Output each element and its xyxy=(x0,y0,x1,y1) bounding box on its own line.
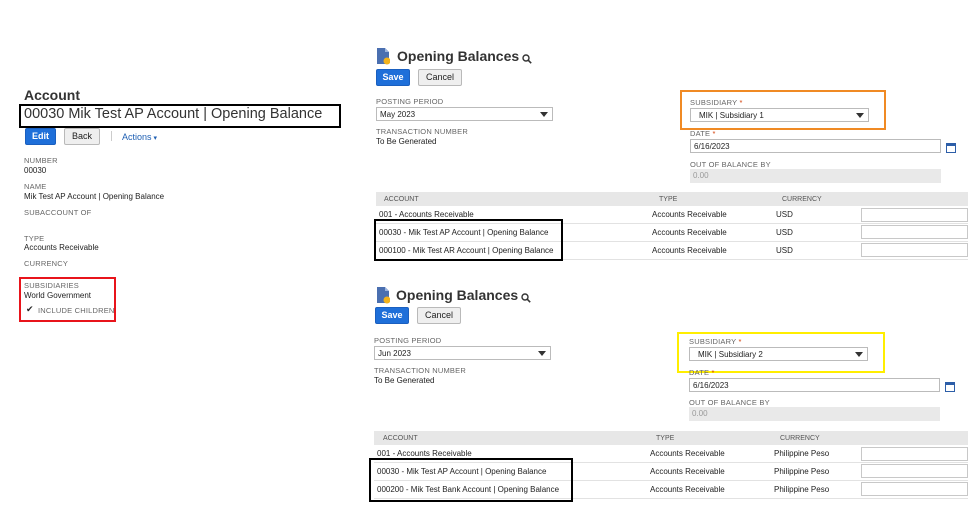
subsidiaries-value: World Government xyxy=(24,291,91,300)
dropdown-arrow-icon xyxy=(856,113,864,118)
form-2-col-type: TYPE xyxy=(656,435,675,442)
form-1-date-input[interactable]: 6/16/2023 xyxy=(690,139,941,153)
form-1-subsidiary-label: SUBSIDIARY * xyxy=(690,98,743,107)
actions-label: Actions xyxy=(122,132,152,142)
record-title: 00030 Mik Test AP Account | Opening Bala… xyxy=(24,106,323,122)
dropdown-arrow-icon xyxy=(855,352,863,357)
form-2-posting-period-select[interactable]: Jun 2023 xyxy=(374,346,551,360)
currency-label: CURRENCY xyxy=(24,259,69,268)
subaccount-label: SUBACCOUNT OF xyxy=(24,208,92,217)
row-type: Accounts Receivable xyxy=(650,467,725,476)
amount-input[interactable] xyxy=(861,208,968,222)
amount-input[interactable] xyxy=(861,243,968,257)
type-label: TYPE xyxy=(24,234,45,243)
row-type: Accounts Receivable xyxy=(652,210,727,219)
form-2-subsidiary-select[interactable]: MIK | Subsidiary 2 xyxy=(689,347,868,361)
form-1-subsidiary-select[interactable]: MIK | Subsidiary 1 xyxy=(690,108,869,122)
row-currency: Philippine Peso xyxy=(774,449,830,458)
form-2-col-account: ACCOUNT xyxy=(383,435,418,442)
name-value: Mik Test AP Account | Opening Balance xyxy=(24,192,165,201)
required-asterisk: * xyxy=(711,368,715,377)
back-button[interactable]: Back xyxy=(64,128,100,145)
form-1-cancel-button[interactable]: Cancel xyxy=(418,69,462,86)
form-1-subsidiary-value: MIK | Subsidiary 1 xyxy=(699,111,764,120)
number-value: 00030 xyxy=(24,166,47,175)
form-1-date-label: DATE * xyxy=(690,129,716,138)
form-1-col-currency: CURRENCY xyxy=(782,196,822,203)
form-1-posting-period-label: POSTING PERIOD xyxy=(376,97,444,106)
row-account: 001 - Accounts Receivable xyxy=(379,210,474,219)
form-2-date-label-text: DATE xyxy=(689,368,710,377)
toolbar-divider xyxy=(111,131,112,141)
required-asterisk: * xyxy=(739,98,743,107)
form-2-posting-period-value: Jun 2023 xyxy=(378,349,411,358)
form-2-posting-period-label: POSTING PERIOD xyxy=(374,336,442,345)
form-1-title: Opening Balances xyxy=(397,48,520,64)
row-currency: USD xyxy=(776,246,793,255)
document-icon xyxy=(376,286,391,304)
form-1-col-account: ACCOUNT xyxy=(384,196,419,203)
form-2-subsidiary-label-text: SUBSIDIARY xyxy=(689,337,737,346)
caret-down-icon: ▾ xyxy=(151,135,157,142)
form-2-transaction-number-label: TRANSACTION NUMBER xyxy=(374,366,466,375)
form-2-col-currency: CURRENCY xyxy=(780,435,820,442)
search-icon[interactable] xyxy=(521,290,531,308)
form-1-out-of-balance-label: OUT OF BALANCE BY xyxy=(690,160,771,169)
search-icon[interactable] xyxy=(522,51,532,69)
amount-input[interactable] xyxy=(861,482,968,496)
row-currency: USD xyxy=(776,210,793,219)
form-2-out-of-balance-label: OUT OF BALANCE BY xyxy=(689,398,770,407)
amount-input[interactable] xyxy=(861,447,968,461)
required-asterisk: * xyxy=(738,337,742,346)
form-2-out-of-balance-value: 0.00 xyxy=(689,407,940,421)
form-2-cancel-button[interactable]: Cancel xyxy=(417,307,461,324)
form-1-accounts-highlight xyxy=(374,219,563,261)
row-currency: Philippine Peso xyxy=(774,467,830,476)
type-value: Accounts Receivable xyxy=(24,243,99,252)
row-type: Accounts Receivable xyxy=(652,246,727,255)
row-type: Accounts Receivable xyxy=(650,449,725,458)
number-label: NUMBER xyxy=(24,156,58,165)
form-2-save-button[interactable]: Save xyxy=(375,307,409,324)
form-2-title: Opening Balances xyxy=(396,287,519,303)
form-1-subsidiary-label-text: SUBSIDIARY xyxy=(690,98,738,107)
form-1-posting-period-value: May 2023 xyxy=(380,110,416,119)
dropdown-arrow-icon xyxy=(538,351,546,356)
amount-input[interactable] xyxy=(861,464,968,478)
calendar-icon[interactable] xyxy=(946,140,956,158)
form-2-accounts-highlight xyxy=(369,458,573,502)
document-icon xyxy=(376,47,391,65)
form-1-transaction-number-value: To Be Generated xyxy=(376,137,437,146)
row-currency: USD xyxy=(776,228,793,237)
form-2-date-label: DATE * xyxy=(689,368,715,377)
form-2-date-input[interactable]: 6/16/2023 xyxy=(689,378,940,392)
form-2-subsidiary-label: SUBSIDIARY * xyxy=(689,337,742,346)
amount-input[interactable] xyxy=(861,225,968,239)
required-asterisk: * xyxy=(712,129,716,138)
form-1-date-label-text: DATE xyxy=(690,129,711,138)
row-account: 001 - Accounts Receivable xyxy=(377,449,472,458)
form-1-transaction-number-label: TRANSACTION NUMBER xyxy=(376,127,468,136)
form-2-transaction-number-value: To Be Generated xyxy=(374,376,435,385)
dropdown-arrow-icon xyxy=(540,112,548,117)
row-type: Accounts Receivable xyxy=(652,228,727,237)
form-2-subsidiary-value: MIK | Subsidiary 2 xyxy=(698,350,763,359)
checkmark-icon[interactable]: ✔ xyxy=(26,304,34,315)
actions-menu[interactable]: Actions ▾ xyxy=(122,132,157,142)
subsidiaries-label: SUBSIDIARIES xyxy=(24,281,79,290)
account-heading: Account xyxy=(24,87,80,103)
edit-button[interactable]: Edit xyxy=(25,128,56,145)
calendar-icon[interactable] xyxy=(945,379,955,397)
row-currency: Philippine Peso xyxy=(774,485,830,494)
row-type: Accounts Receivable xyxy=(650,485,725,494)
name-label: NAME xyxy=(24,182,47,191)
form-1-col-type: TYPE xyxy=(659,196,678,203)
form-1-save-button[interactable]: Save xyxy=(376,69,410,86)
form-1-out-of-balance-value: 0.00 xyxy=(690,169,941,183)
include-children-label: INCLUDE CHILDREN xyxy=(38,306,115,315)
form-1-posting-period-select[interactable]: May 2023 xyxy=(376,107,553,121)
